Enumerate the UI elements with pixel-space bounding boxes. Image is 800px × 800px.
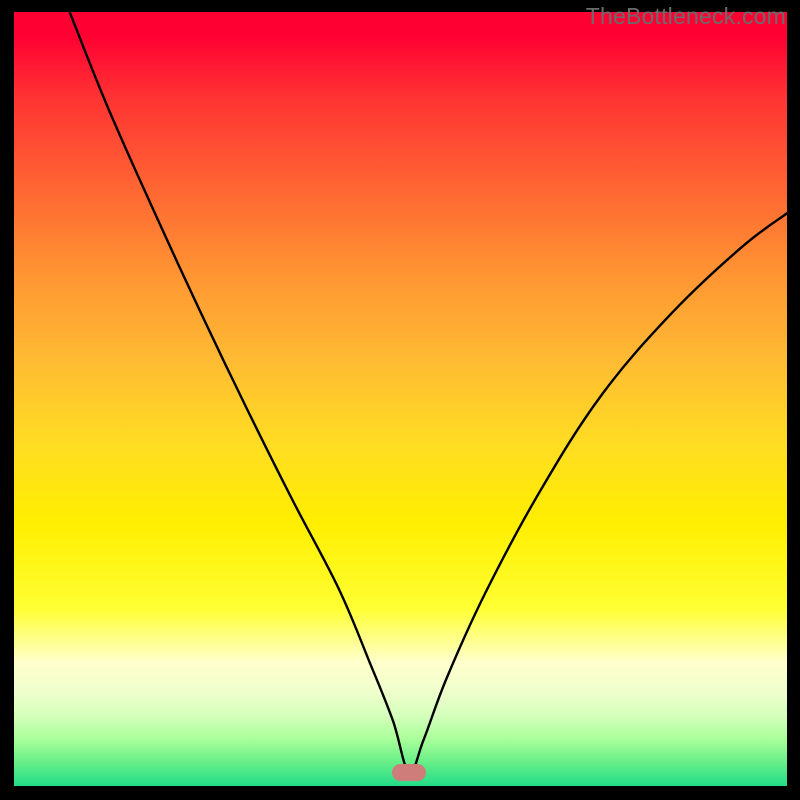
bottleneck-curve <box>14 12 787 786</box>
chart-container: TheBottleneck.com <box>0 0 800 800</box>
watermark-text: TheBottleneck.com <box>586 3 786 30</box>
curve-path <box>70 12 787 772</box>
optimal-marker <box>392 764 426 781</box>
